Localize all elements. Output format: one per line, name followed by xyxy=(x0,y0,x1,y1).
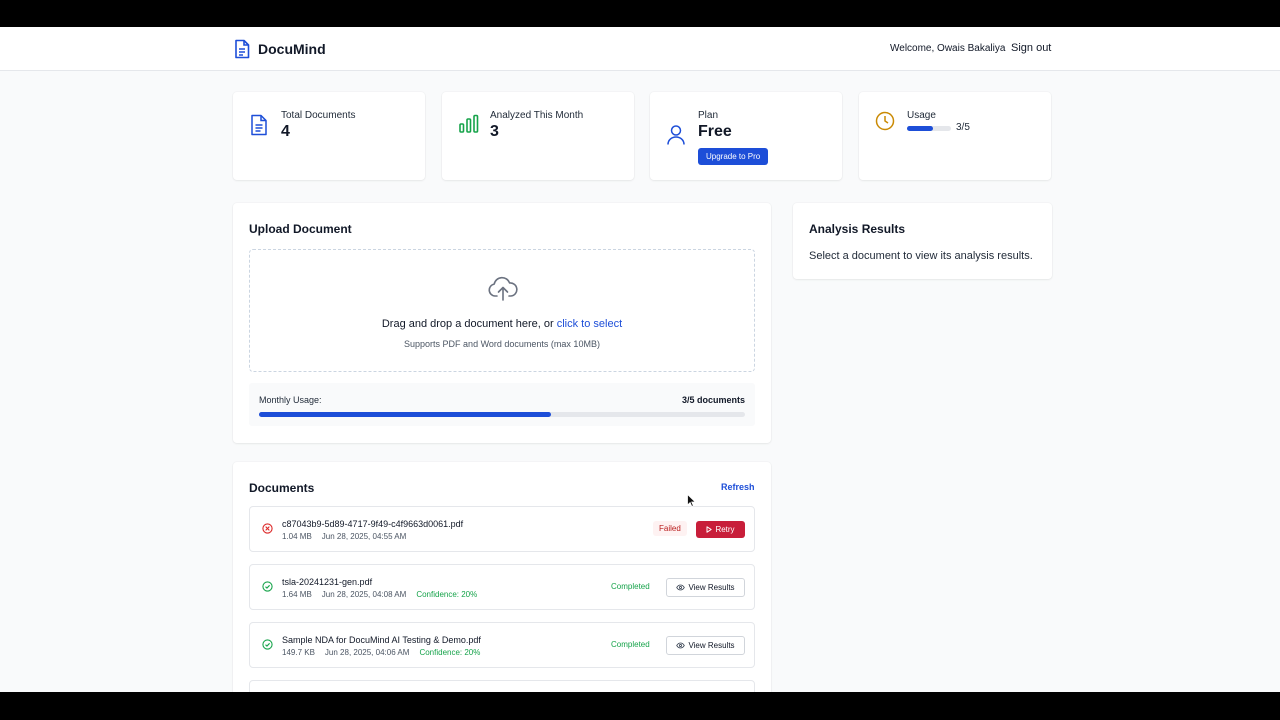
monthly-usage-bar xyxy=(259,412,745,417)
usage-count: 3/5 xyxy=(956,122,970,133)
documents-title: Documents xyxy=(249,481,315,495)
stat-card-analyzed: Analyzed This Month 3 xyxy=(442,92,634,180)
check-circle-icon xyxy=(262,581,273,592)
app-viewport: DocuMind Welcome, Owais Bakaliya Sign ou… xyxy=(0,27,1280,692)
clock-icon xyxy=(875,111,895,131)
analysis-results-card: Analysis Results Select a document to vi… xyxy=(793,203,1052,279)
view-results-button[interactable]: View Results xyxy=(666,578,745,597)
stat-label: Total Documents xyxy=(281,110,356,121)
view-results-label: View Results xyxy=(688,641,735,650)
document-date: Jun 28, 2025, 04:06 AM xyxy=(324,648,410,657)
monthly-usage-panel: Monthly Usage: 3/5 documents xyxy=(249,383,755,426)
document-date: Jun 28, 2025, 04:08 AM xyxy=(321,590,407,599)
document-name: Sample NDA for DocuMind AI Testing & Dem… xyxy=(282,635,481,645)
sign-out-button[interactable]: Sign out xyxy=(1011,42,1051,54)
document-size: 1.64 MB xyxy=(282,590,312,599)
stat-card-usage: Usage 3/5 xyxy=(859,92,1051,180)
document-size: 149.7 KB xyxy=(282,648,315,657)
document-confidence: Confidence: 20% xyxy=(416,590,478,599)
drop-text: Drag and drop a document here, or xyxy=(381,318,557,330)
view-results-button[interactable]: View Results xyxy=(666,636,745,655)
stat-value: 3 xyxy=(490,123,499,140)
document-meta: 1.64 MB Jun 28, 2025, 04:08 AM Confidenc… xyxy=(282,590,477,599)
analysis-empty-text: Select a document to view its analysis r… xyxy=(809,250,1033,262)
retry-button[interactable]: Retry xyxy=(696,521,745,538)
brand[interactable]: DocuMind xyxy=(234,39,326,59)
plan-value: Free xyxy=(698,123,732,140)
app-name: DocuMind xyxy=(258,41,326,57)
supported-formats-text: Supports PDF and Word documents (max 10M… xyxy=(404,339,600,349)
analysis-title: Analysis Results xyxy=(809,222,906,236)
top-navbar: DocuMind Welcome, Owais Bakaliya Sign ou… xyxy=(0,27,1280,71)
status-badge-completed: Completed xyxy=(611,582,650,591)
mouse-cursor-icon xyxy=(687,494,696,507)
document-icon xyxy=(251,114,267,136)
document-row[interactable] xyxy=(249,680,755,692)
monthly-usage-count: 3/5 documents xyxy=(681,395,745,405)
eye-icon xyxy=(676,584,686,591)
document-meta: 1.04 MB Jun 28, 2025, 04:55 AM xyxy=(282,532,406,541)
monthly-usage-fill xyxy=(259,412,551,417)
stat-label: Usage xyxy=(907,110,936,121)
status-badge-completed: Completed xyxy=(611,640,650,649)
play-icon xyxy=(706,526,713,533)
document-confidence: Confidence: 20% xyxy=(419,648,481,657)
click-to-select-link[interactable]: click to select xyxy=(557,318,622,330)
upgrade-to-pro-button[interactable]: Upgrade to Pro xyxy=(698,148,769,165)
document-icon xyxy=(235,39,250,59)
user-icon xyxy=(667,125,685,145)
document-name: c87043b9-5d89-4717-9f49-c4f9663d0061.pdf xyxy=(282,519,464,529)
welcome-text: Welcome, Owais Bakaliya xyxy=(890,43,1006,54)
document-size: 1.04 MB xyxy=(282,532,312,541)
x-circle-icon xyxy=(262,523,273,534)
upload-card: Upload Document Drag and drop a document… xyxy=(233,203,771,443)
eye-icon xyxy=(676,642,686,649)
usage-progress-bar xyxy=(907,126,951,131)
cloud-upload-icon xyxy=(488,276,518,301)
document-row[interactable]: tsla-20241231-gen.pdf 1.64 MB Jun 28, 20… xyxy=(249,564,755,610)
document-row[interactable]: c87043b9-5d89-4717-9f49-c4f9663d0061.pdf… xyxy=(249,506,755,552)
stat-label: Analyzed This Month xyxy=(490,110,584,121)
document-meta: 149.7 KB Jun 28, 2025, 04:06 AM Confiden… xyxy=(282,648,480,657)
refresh-button[interactable]: Refresh xyxy=(721,482,755,492)
monthly-usage-label: Monthly Usage: xyxy=(259,395,322,405)
drop-instruction: Drag and drop a document here, or click … xyxy=(250,318,754,330)
document-row[interactable]: Sample NDA for DocuMind AI Testing & Dem… xyxy=(249,622,755,668)
upload-title: Upload Document xyxy=(249,222,352,236)
stat-label: Plan xyxy=(698,110,719,121)
usage-progress-fill xyxy=(907,126,934,131)
stat-card-plan: Plan Free Upgrade to Pro xyxy=(650,92,842,180)
document-name: tsla-20241231-gen.pdf xyxy=(282,577,373,587)
retry-label: Retry xyxy=(715,525,735,534)
status-badge-failed: Failed xyxy=(653,521,687,536)
bar-chart-icon xyxy=(459,114,479,133)
check-circle-icon xyxy=(262,639,273,650)
view-results-label: View Results xyxy=(688,583,735,592)
upload-dropzone[interactable]: Drag and drop a document here, or click … xyxy=(249,249,755,372)
stat-value: 4 xyxy=(281,123,290,140)
document-date: Jun 28, 2025, 04:55 AM xyxy=(321,532,407,541)
stat-card-total-documents: Total Documents 4 xyxy=(233,92,425,180)
